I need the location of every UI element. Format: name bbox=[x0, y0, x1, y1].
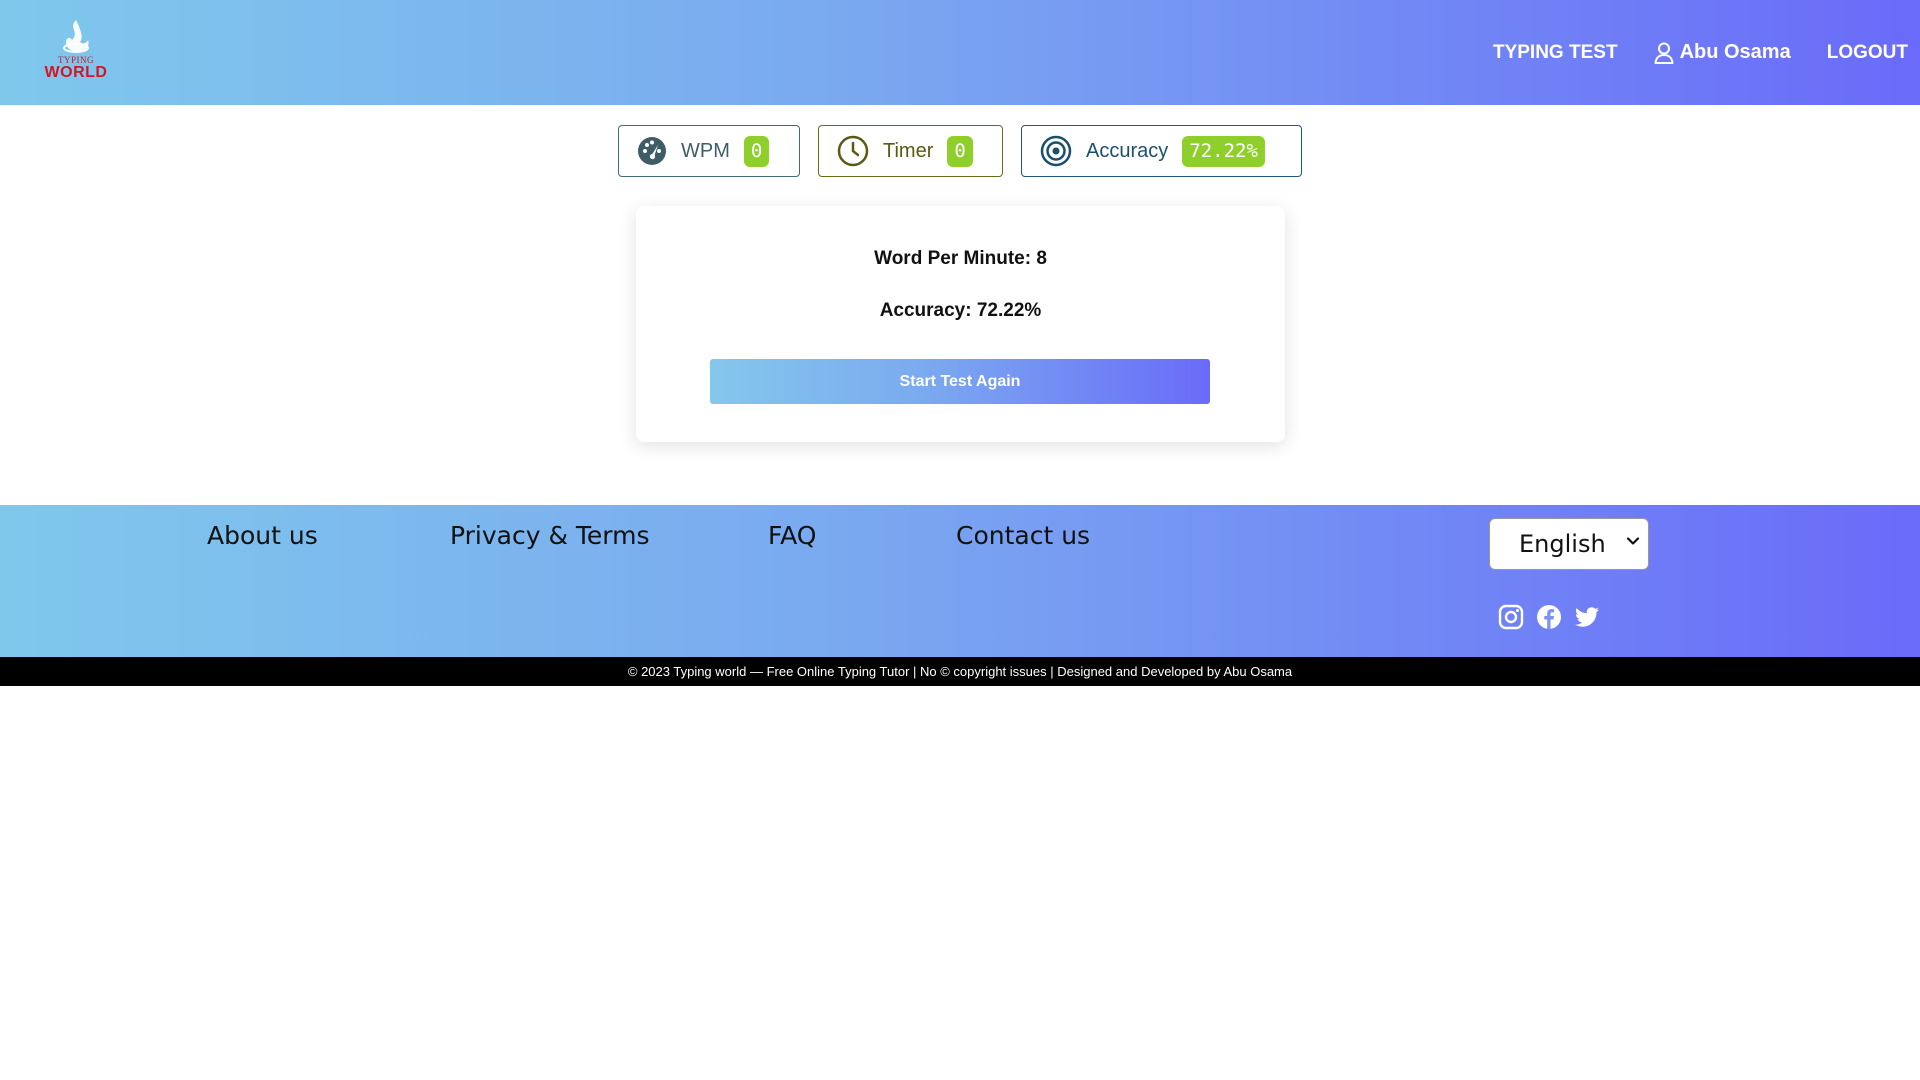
timer-stat: Timer 0 bbox=[818, 125, 1003, 177]
language-select[interactable]: English bbox=[1489, 518, 1649, 570]
copyright-bar: © 2023 Typing world — Free Online Typing… bbox=[0, 657, 1920, 686]
top-nav-bar: TYPING WORLD TYPING TEST Abu Osama LOGOU… bbox=[0, 0, 1920, 105]
result-card: Word Per Minute: 8 Accuracy: 72.22% Star… bbox=[636, 206, 1285, 442]
facebook-icon[interactable] bbox=[1536, 604, 1562, 630]
user-icon bbox=[1654, 42, 1674, 64]
logo-wordmark: WORLD bbox=[44, 64, 108, 81]
result-wpm: Word Per Minute: 8 bbox=[874, 248, 1047, 269]
footer-link-faq[interactable]: FAQ bbox=[768, 521, 816, 550]
nav-user-profile[interactable]: Abu Osama bbox=[1654, 41, 1791, 64]
wpm-stat: WPM 0 bbox=[618, 125, 800, 177]
chevron-down-icon bbox=[1626, 537, 1640, 545]
footer: About us Privacy & Terms FAQ Contact us … bbox=[0, 505, 1920, 657]
footer-link-privacy[interactable]: Privacy & Terms bbox=[450, 521, 650, 550]
twitter-icon[interactable] bbox=[1574, 604, 1600, 630]
main-nav: TYPING TEST Abu Osama LOGOUT bbox=[1493, 0, 1908, 105]
clock-icon bbox=[837, 135, 869, 167]
footer-link-about[interactable]: About us bbox=[207, 521, 318, 550]
wpm-label: WPM bbox=[681, 139, 730, 162]
accuracy-label: Accuracy bbox=[1086, 139, 1169, 162]
speedometer-icon bbox=[638, 137, 666, 165]
target-icon bbox=[1040, 135, 1072, 167]
social-links bbox=[1498, 604, 1600, 630]
nav-logout[interactable]: LOGOUT bbox=[1827, 42, 1908, 64]
instagram-icon[interactable] bbox=[1498, 604, 1524, 630]
site-logo[interactable]: TYPING WORLD bbox=[26, 14, 136, 86]
accuracy-stat: Accuracy 72.22% bbox=[1021, 125, 1302, 177]
stats-bar: WPM 0 Timer 0 Accuracy 72.22% bbox=[0, 125, 1920, 177]
flame-logo-icon bbox=[63, 20, 89, 53]
language-selected: English bbox=[1519, 530, 1606, 558]
result-accuracy: Accuracy: 72.22% bbox=[879, 300, 1042, 321]
footer-link-contact[interactable]: Contact us bbox=[956, 521, 1090, 550]
timer-value-badge: 0 bbox=[947, 135, 973, 167]
nav-typing-test[interactable]: TYPING TEST bbox=[1493, 42, 1618, 64]
timer-label: Timer bbox=[883, 139, 934, 162]
wpm-value-badge: 0 bbox=[743, 135, 770, 167]
accuracy-value-badge: 72.22% bbox=[1182, 135, 1265, 167]
start-test-again-button[interactable]: Start Test Again bbox=[710, 359, 1210, 404]
user-name: Abu Osama bbox=[1679, 41, 1791, 63]
